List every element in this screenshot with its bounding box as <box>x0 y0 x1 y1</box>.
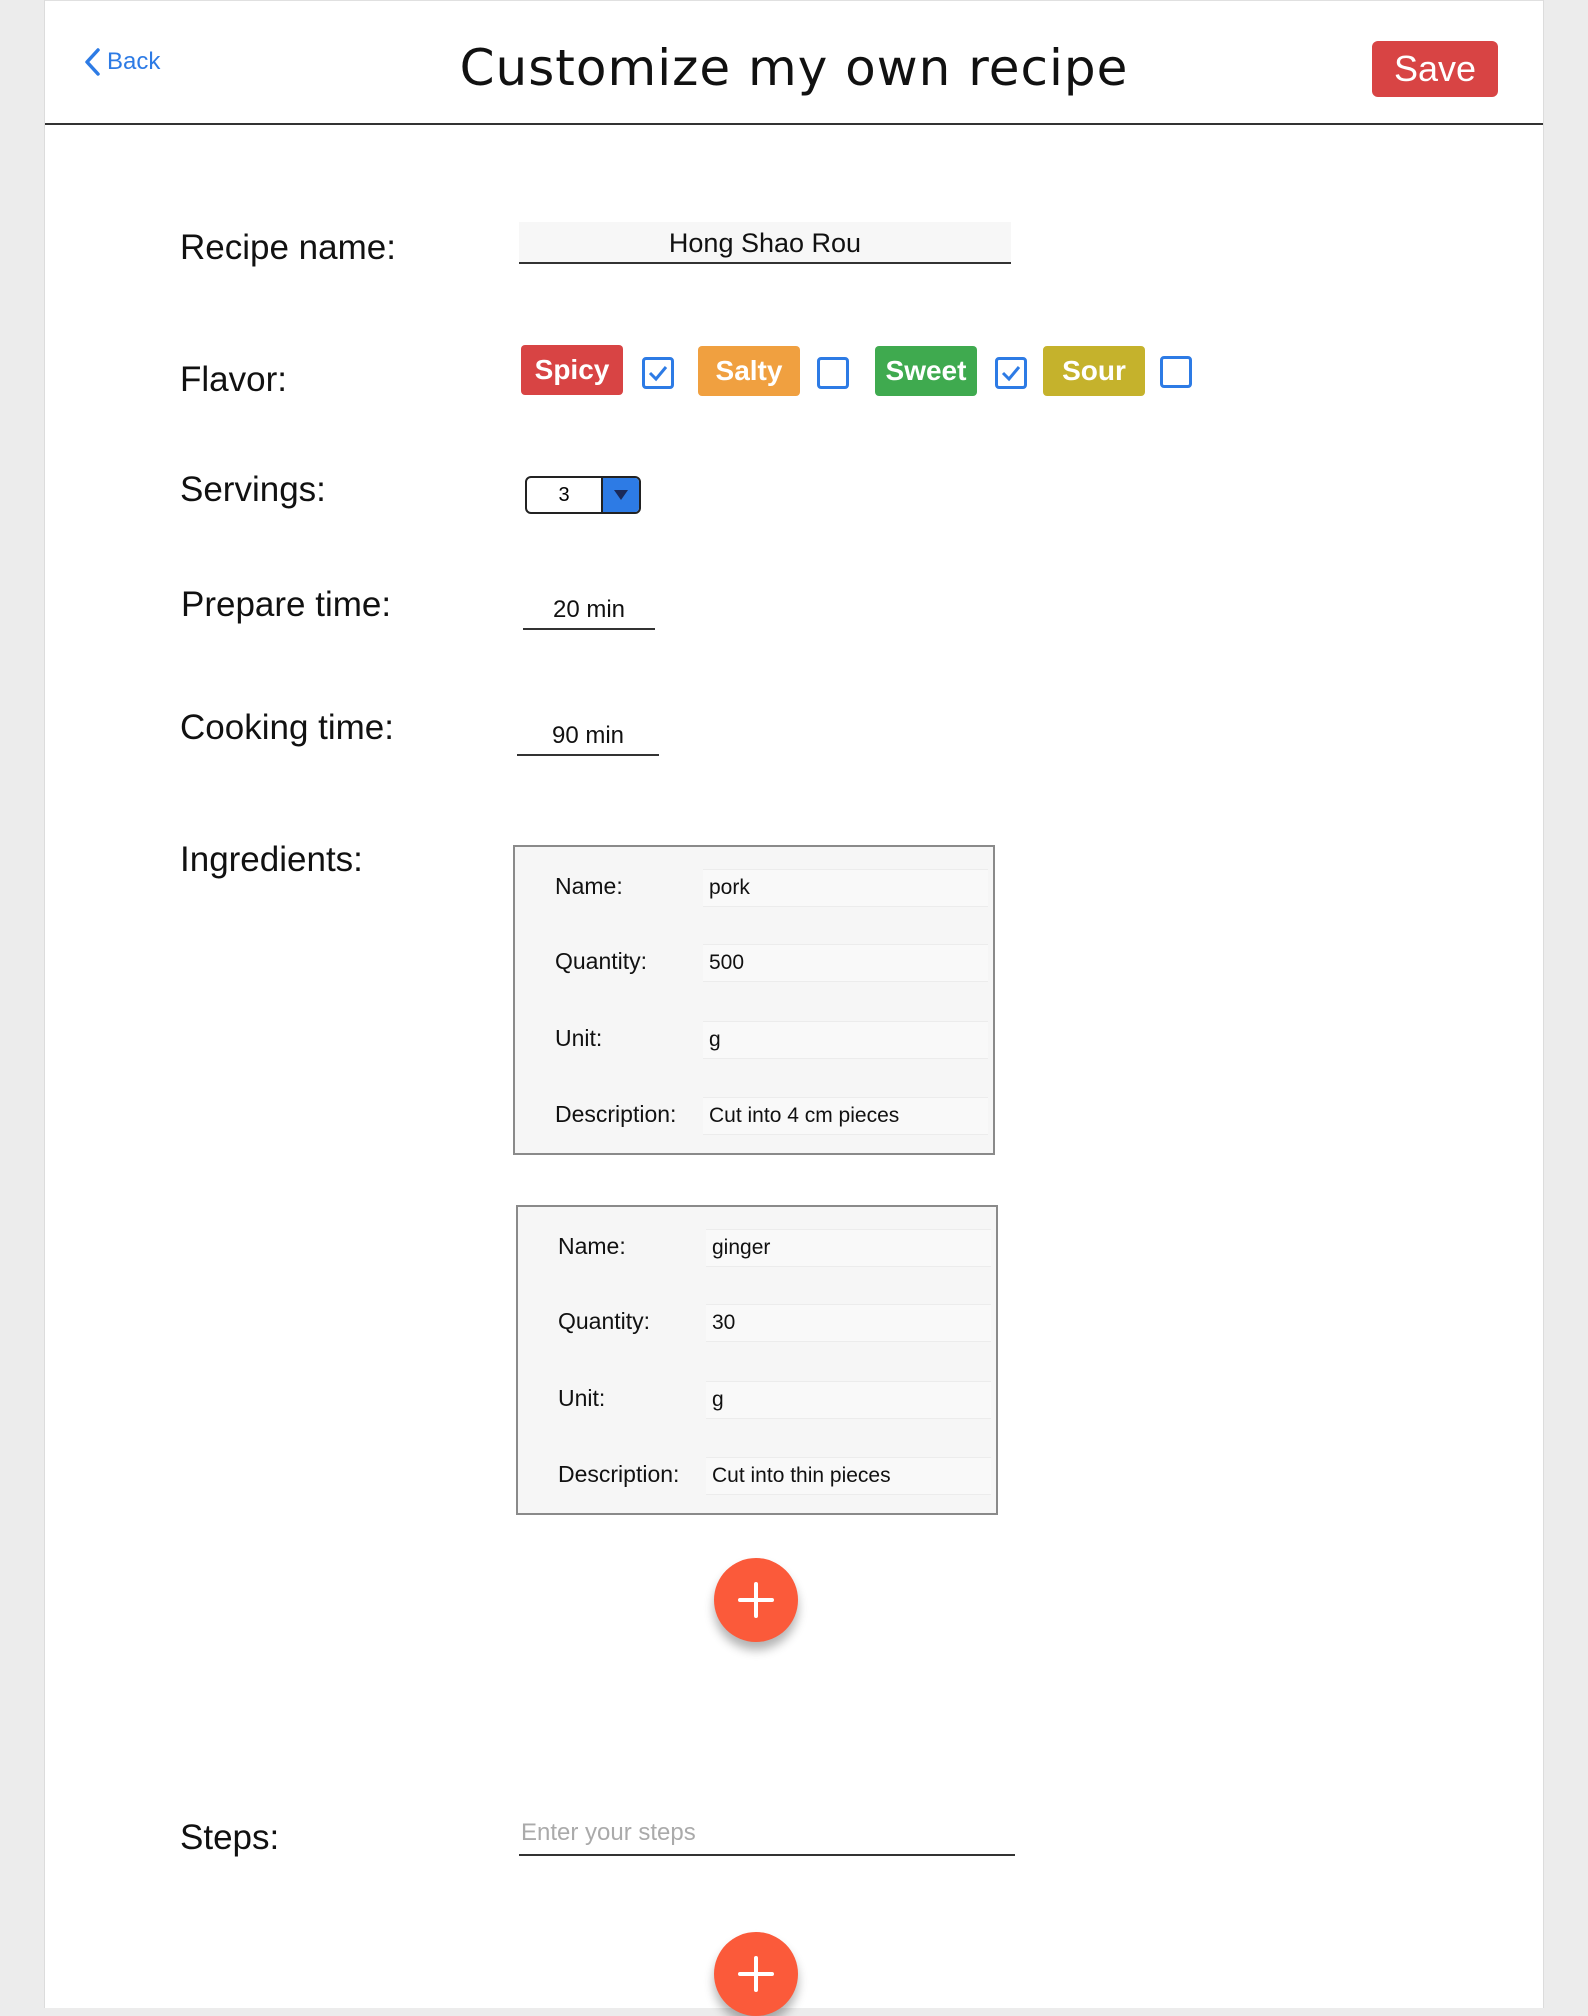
flavor-checkbox-sweet[interactable] <box>995 357 1027 389</box>
ingredient-quantity-field[interactable]: 30 <box>706 1304 991 1342</box>
page-title: Customize my own recipe <box>459 39 1129 97</box>
servings-label: Servings: <box>180 470 326 509</box>
ingredient-card: Name: pork Quantity: 500 Unit: g Descrip… <box>513 845 995 1155</box>
flavor-tag-sweet: Sweet <box>875 346 977 396</box>
ingredient-unit-row: Unit: g <box>515 1021 993 1061</box>
caret-down-icon <box>601 478 639 512</box>
prepare-time-input[interactable]: 20 min <box>523 592 655 630</box>
plus-icon <box>738 1956 774 1992</box>
steps-label: Steps: <box>180 1818 280 1857</box>
ingredient-description-row: Description: Cut into 4 cm pieces <box>515 1097 993 1137</box>
ingredient-quantity-label: Quantity: <box>555 948 648 974</box>
servings-value: 3 <box>558 483 570 506</box>
ingredient-description-field[interactable]: Cut into 4 cm pieces <box>703 1097 988 1135</box>
ingredient-unit-field[interactable]: g <box>706 1381 991 1419</box>
ingredient-unit-field[interactable]: g <box>703 1021 988 1059</box>
ingredient-description-label: Description: <box>555 1101 677 1127</box>
recipe-page: Back Customize my own recipe Save Recipe… <box>44 0 1544 2016</box>
flavor-checkbox-spicy[interactable] <box>642 357 674 389</box>
ingredient-unit-row: Unit: g <box>518 1381 996 1421</box>
cooking-time-label: Cooking time: <box>180 708 394 747</box>
add-ingredient-button[interactable] <box>714 1558 798 1642</box>
plus-icon <box>738 1582 774 1618</box>
recipe-name-label: Recipe name: <box>180 228 396 267</box>
cooking-time-input[interactable]: 90 min <box>517 718 659 756</box>
ingredient-quantity-label: Quantity: <box>558 1308 651 1334</box>
ingredient-name-row: Name: pork <box>515 869 993 909</box>
ingredient-card: Name: ginger Quantity: 30 Unit: g Descri… <box>516 1205 998 1515</box>
flavor-tag-sour: Sour <box>1043 346 1145 396</box>
header-bar: Back Customize my own recipe Save <box>45 0 1543 125</box>
ingredient-unit-label: Unit: <box>555 1025 603 1051</box>
ingredient-quantity-row: Quantity: 500 <box>515 944 993 984</box>
ingredient-description-label: Description: <box>558 1461 680 1487</box>
flavor-tag-salty: Salty <box>698 346 800 396</box>
flavor-checkbox-sour[interactable] <box>1160 356 1192 388</box>
ingredient-quantity-row: Quantity: 30 <box>518 1304 996 1344</box>
ingredient-quantity-field[interactable]: 500 <box>703 944 988 982</box>
servings-select[interactable]: 3 <box>525 476 641 514</box>
add-step-button[interactable] <box>714 1932 798 2016</box>
prepare-time-label: Prepare time: <box>181 585 392 624</box>
checkmark-icon <box>648 366 668 382</box>
flavor-tag-spicy: Spicy <box>521 345 623 395</box>
recipe-name-input[interactable]: Hong Shao Rou <box>519 222 1011 264</box>
ingredient-name-label: Name: <box>555 873 623 899</box>
ingredient-name-row: Name: ginger <box>518 1229 996 1269</box>
flavor-label: Flavor: <box>180 360 287 399</box>
ingredient-name-field[interactable]: ginger <box>706 1229 991 1267</box>
ingredient-description-row: Description: Cut into thin pieces <box>518 1457 996 1497</box>
save-button[interactable]: Save <box>1372 41 1498 97</box>
flavor-checkbox-salty[interactable] <box>817 357 849 389</box>
ingredient-description-field[interactable]: Cut into thin pieces <box>706 1457 991 1495</box>
checkmark-icon <box>1001 366 1021 382</box>
ingredient-unit-label: Unit: <box>558 1385 606 1411</box>
ingredient-name-field[interactable]: pork <box>703 869 988 907</box>
ingredient-name-label: Name: <box>558 1233 626 1259</box>
steps-input[interactable] <box>519 1812 1015 1856</box>
ingredients-label: Ingredients: <box>180 840 363 879</box>
